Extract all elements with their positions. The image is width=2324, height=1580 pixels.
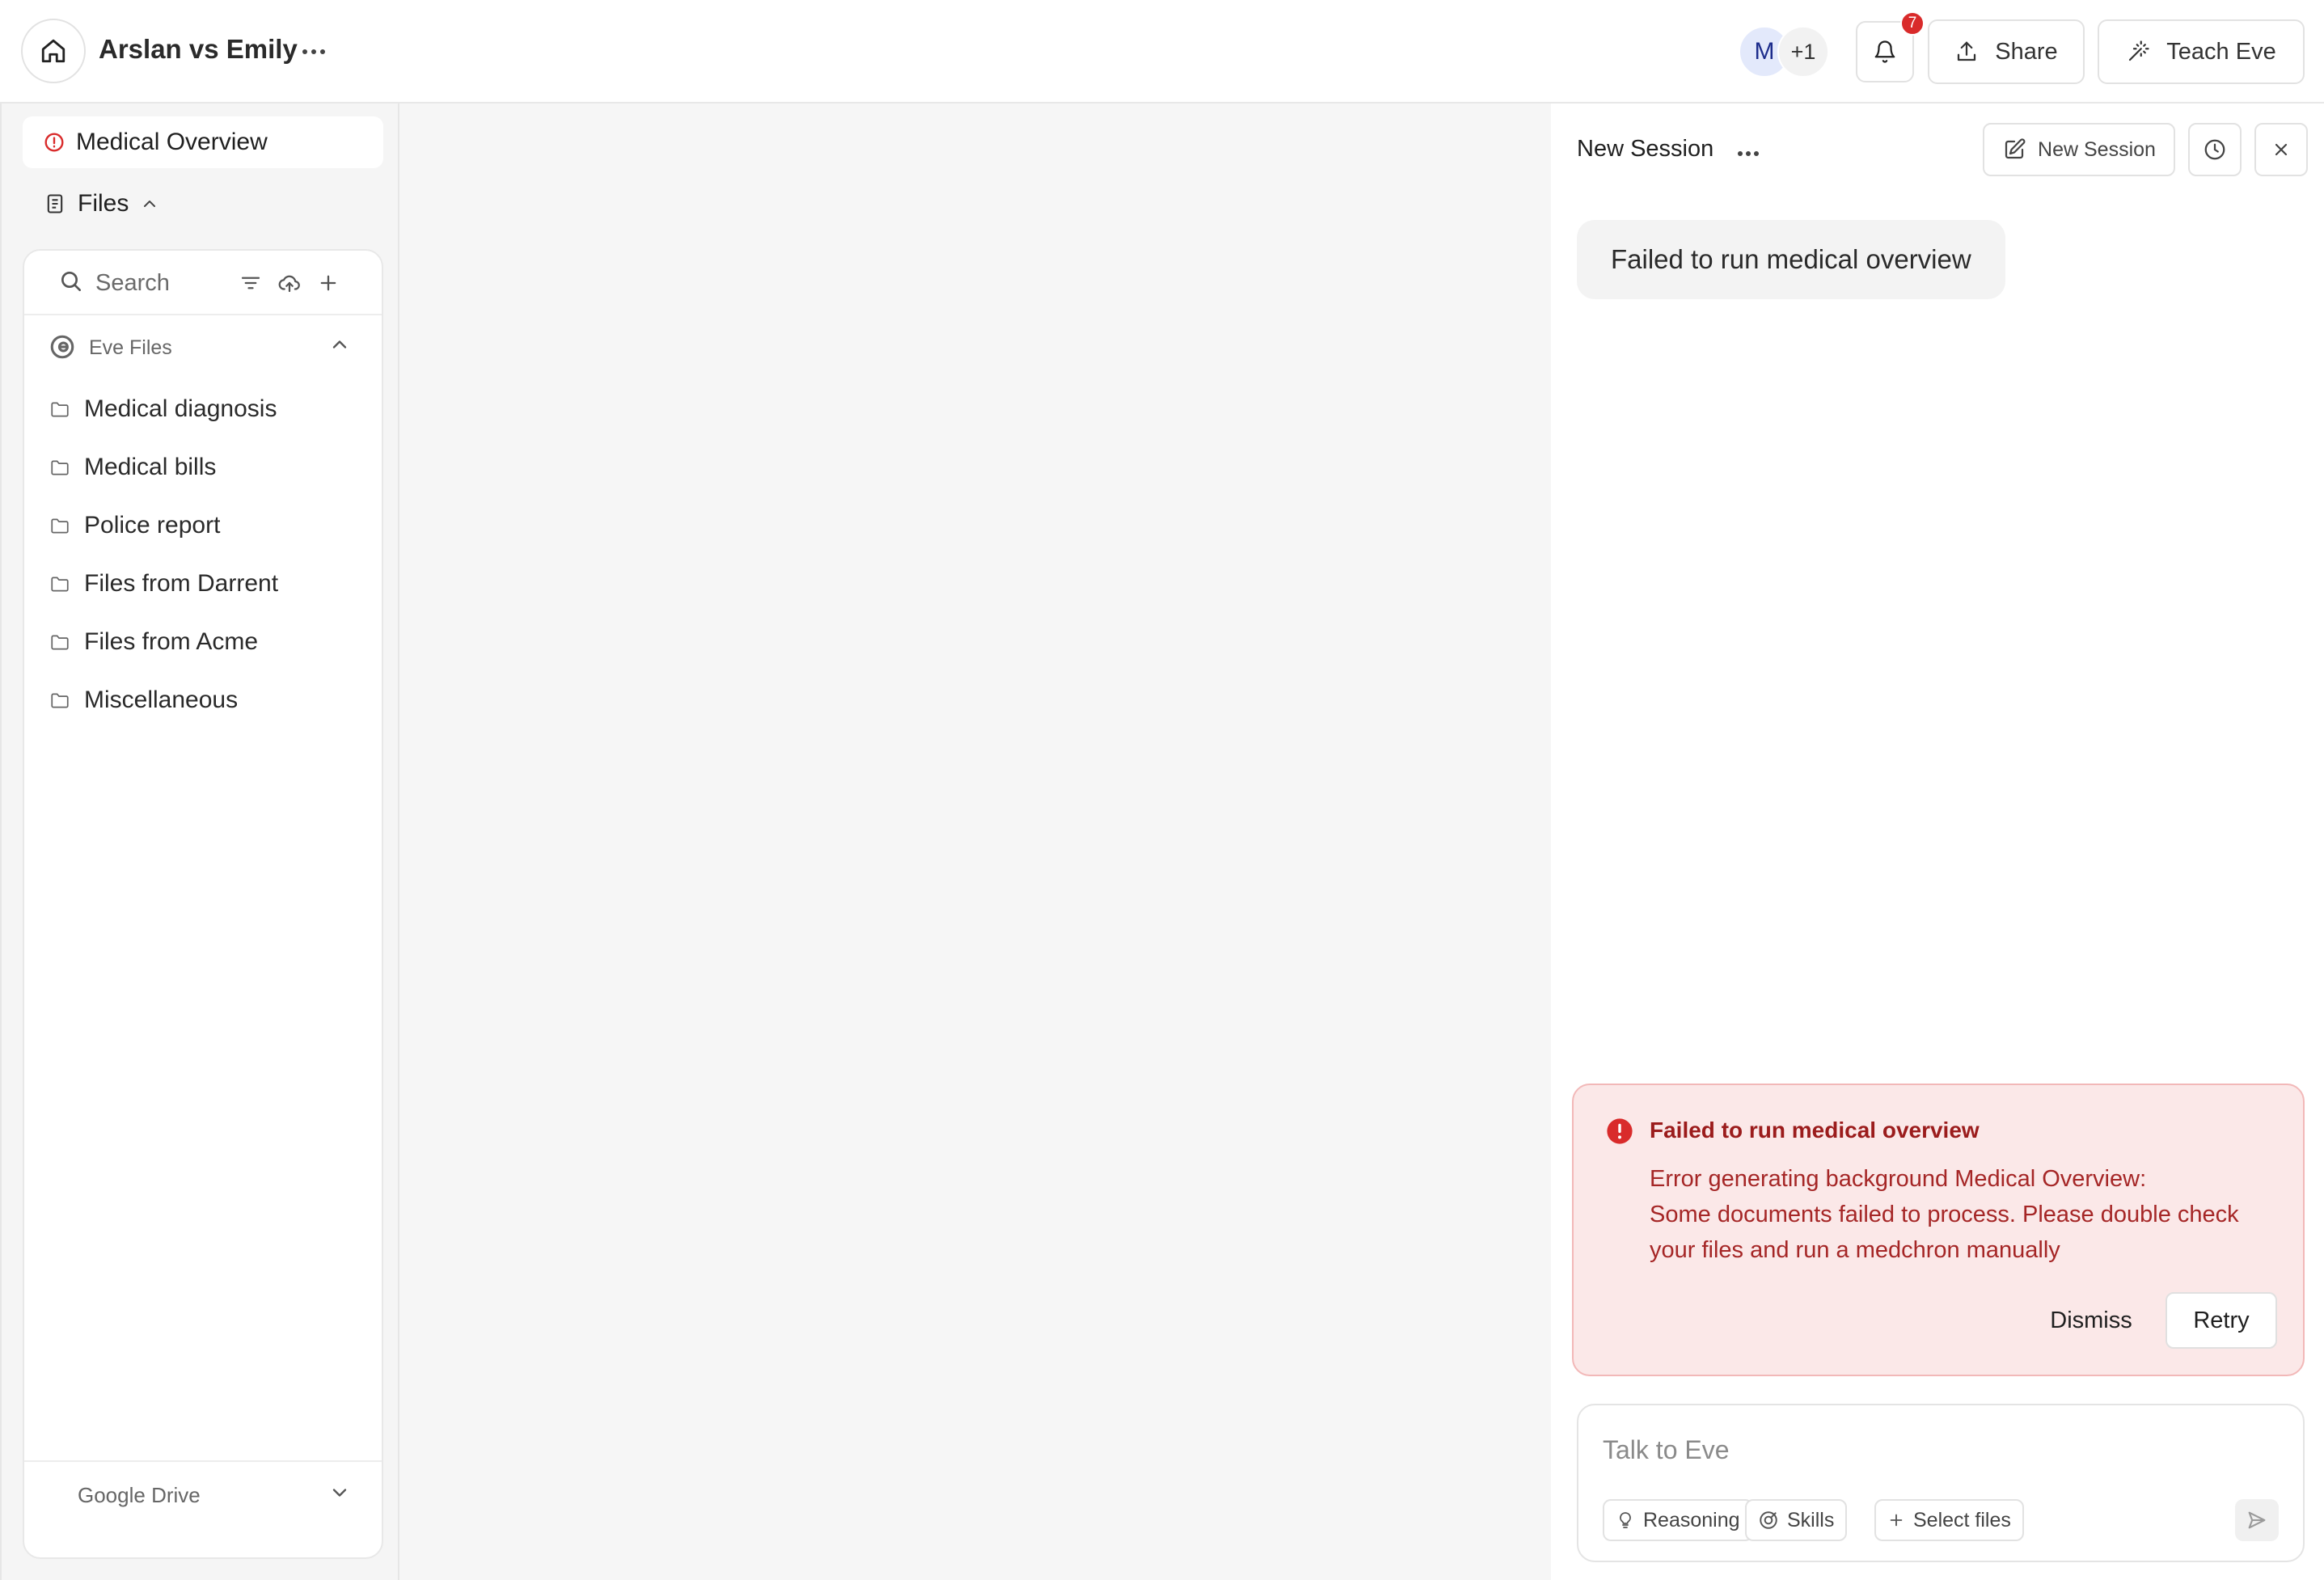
home-button[interactable] xyxy=(21,19,86,83)
folder-icon xyxy=(49,632,71,653)
chevron-up-icon xyxy=(140,194,159,213)
magic-wand-icon xyxy=(2126,40,2150,64)
skills-label: Skills xyxy=(1787,1508,1835,1531)
more-horizontal-icon xyxy=(1737,150,1760,157)
message-input[interactable] xyxy=(1603,1430,2266,1470)
medical-overview-label: Medical Overview xyxy=(76,129,268,155)
error-message-line: Some documents failed to process. Please… xyxy=(1650,1202,2239,1263)
plus-icon[interactable] xyxy=(314,268,343,298)
google-drive-label: Google Drive xyxy=(78,1483,201,1507)
main-content-area xyxy=(399,104,1551,1580)
sidebar-item-medical-overview[interactable]: Medical Overview xyxy=(23,116,383,168)
filter-icon[interactable] xyxy=(236,268,265,298)
skills-button[interactable]: Skills xyxy=(1745,1499,1848,1541)
top-bar: Arslan vs Emily M +1 7 Share Teach Eve xyxy=(0,0,2324,104)
dismiss-button[interactable]: Dismiss xyxy=(2035,1292,2148,1349)
cloud-upload-icon[interactable] xyxy=(275,268,304,298)
folder-icon xyxy=(49,515,71,536)
folder-name: Files from Acme xyxy=(84,628,259,655)
new-session-label: New Session xyxy=(2038,137,2156,161)
reasoning-toggle[interactable]: Reasoning xyxy=(1603,1499,1753,1541)
folder-name: Police report xyxy=(84,512,221,539)
new-session-button[interactable]: New Session xyxy=(1983,123,2175,176)
send-icon xyxy=(2246,1509,2268,1531)
bell-icon xyxy=(1873,39,1897,65)
folder-icon xyxy=(49,457,71,478)
more-horizontal-icon xyxy=(302,49,326,55)
folder-item[interactable]: Medical diagnosis xyxy=(24,380,382,438)
eve-files-label: Eve Files xyxy=(89,336,172,359)
files-label: Files xyxy=(78,190,129,217)
share-button[interactable]: Share xyxy=(1928,19,2085,84)
eve-logo-icon xyxy=(49,333,76,361)
folder-item[interactable]: Medical bills xyxy=(24,438,382,496)
folder-item[interactable]: Miscellaneous xyxy=(24,671,382,729)
left-sidebar: Medical Overview Files Search Eve Files … xyxy=(0,104,399,1580)
close-panel-button[interactable] xyxy=(2254,123,2308,176)
share-label: Share xyxy=(1995,38,2058,65)
error-title: Failed to run medical overview xyxy=(1650,1117,1980,1143)
plus-icon xyxy=(1887,1511,1905,1529)
alert-circle-icon xyxy=(44,132,65,153)
error-alert: Failed to run medical overview Error gen… xyxy=(1572,1084,2305,1376)
chevron-up-icon[interactable] xyxy=(328,333,351,356)
folder-name: Miscellaneous xyxy=(84,686,239,713)
teach-eve-label: Teach Eve xyxy=(2166,38,2276,65)
chat-panel: New Session New Session Failed to run me… xyxy=(1551,104,2324,1580)
folder-item[interactable]: Files from Acme xyxy=(24,613,382,671)
send-button[interactable] xyxy=(2235,1499,2279,1541)
chevron-down-icon[interactable] xyxy=(328,1481,351,1504)
error-message-line: Error generating background Medical Over… xyxy=(1650,1166,2147,1192)
folder-icon xyxy=(49,399,71,420)
file-text-icon xyxy=(44,192,66,216)
session-history-button[interactable] xyxy=(2188,123,2242,176)
folder-item[interactable]: Files from Darrent xyxy=(24,555,382,613)
alert-circle-icon xyxy=(1606,1117,1633,1145)
notification-count-badge: 7 xyxy=(1900,11,1925,36)
folder-icon xyxy=(49,573,71,594)
message-composer: Reasoning Skills Select files xyxy=(1577,1404,2305,1562)
search-icon xyxy=(58,268,84,294)
avatar-overflow-count[interactable]: +1 xyxy=(1777,26,1829,78)
files-section-toggle[interactable]: Files xyxy=(44,183,159,225)
upload-icon xyxy=(1954,40,1979,64)
folder-name: Medical diagnosis xyxy=(84,395,277,422)
lightbulb-icon xyxy=(1616,1510,1635,1531)
edit-icon xyxy=(2002,137,2026,162)
select-files-label: Select files xyxy=(1913,1508,2011,1531)
files-panel: Eve Files Medical diagnosis Medical bill… xyxy=(23,249,383,1559)
folder-item[interactable]: Police report xyxy=(24,496,382,555)
clock-icon xyxy=(2203,137,2227,162)
google-drive-section-header[interactable]: Google Drive xyxy=(24,1460,382,1557)
case-more-menu-button[interactable] xyxy=(299,37,328,66)
eve-files-section-header[interactable]: Eve Files xyxy=(24,317,382,378)
skills-icon xyxy=(1758,1510,1779,1531)
folder-list: Medical diagnosis Medical bills Police r… xyxy=(24,380,382,729)
session-more-menu-button[interactable] xyxy=(1734,139,1763,168)
folder-icon xyxy=(49,690,71,711)
teach-eve-button[interactable]: Teach Eve xyxy=(2098,19,2305,84)
chat-message: Failed to run medical overview xyxy=(1577,220,2005,299)
file-search-input[interactable] xyxy=(95,262,233,304)
error-message: Error generating background Medical Over… xyxy=(1650,1161,2288,1268)
file-search-bar xyxy=(24,251,382,315)
reasoning-label: Reasoning xyxy=(1643,1508,1740,1531)
retry-button[interactable]: Retry xyxy=(2166,1292,2277,1349)
case-title: Arslan vs Emily xyxy=(99,34,298,64)
close-icon xyxy=(2271,140,2291,159)
select-files-button[interactable]: Select files xyxy=(1874,1499,2024,1541)
folder-name: Medical bills xyxy=(84,454,217,480)
folder-name: Files from Darrent xyxy=(84,570,279,597)
session-title: New Session xyxy=(1577,136,1714,162)
home-icon xyxy=(40,37,67,65)
